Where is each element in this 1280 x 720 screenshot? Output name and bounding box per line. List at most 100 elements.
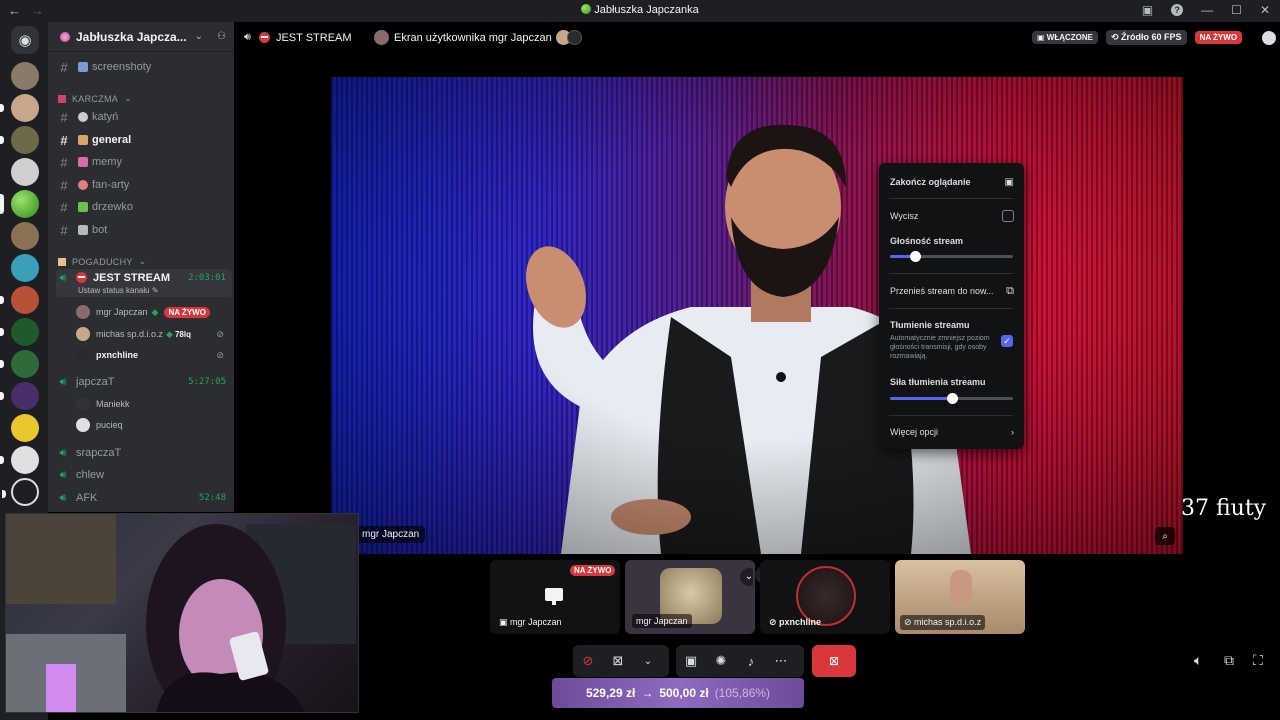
screen-share-icon[interactable]: ▣ <box>676 645 706 677</box>
tile-label-text: michas sp.d.i.o.z <box>914 617 982 627</box>
category-karczma[interactable]: KARCZMA ⌄ <box>58 93 132 104</box>
source-fps-badge[interactable]: ⟲ Źródło 60 FPS <box>1106 30 1187 45</box>
participant-tile-pxnchline[interactable]: ⊘ pxnchline <box>760 560 890 634</box>
enabled-badge: ▣ WŁĄCZONE <box>1032 31 1098 44</box>
mic-muted-icon[interactable]: ⊘ <box>573 645 603 677</box>
avatar <box>76 418 90 432</box>
voice-channel-name: chlew <box>76 469 105 481</box>
zoom-icon[interactable]: ⌕ <box>1155 527 1175 545</box>
speaker-icon: 🔊︎ <box>59 272 67 284</box>
avatar <box>950 570 972 606</box>
server-icon[interactable] <box>0 446 39 474</box>
add-member-icon[interactable]: ⚇ <box>217 31 226 42</box>
attenuation-checkbox[interactable]: ✓ <box>1001 335 1013 347</box>
help-icon[interactable]: ? <box>1171 4 1184 16</box>
server-icon[interactable] <box>11 222 39 250</box>
server-icon[interactable] <box>11 158 39 186</box>
end-stream-button[interactable]: ⊠ <box>812 645 856 677</box>
avatar <box>566 30 582 45</box>
avatar <box>76 305 90 319</box>
voice-channel-name: JEST STREAM <box>93 272 171 284</box>
camera-off-icon[interactable]: ⊠ <box>603 645 633 677</box>
mute-item[interactable]: Wycisz <box>890 209 1014 223</box>
soundboard-icon[interactable]: ♪ <box>736 645 766 677</box>
category-pogaduchy[interactable]: POGADUCHY ⌄ <box>58 256 147 267</box>
strength-fill <box>890 397 952 400</box>
fullscreen-icon[interactable]: ⛶ <box>1253 652 1263 669</box>
server-icon[interactable] <box>0 286 39 314</box>
voice-user[interactable]: pucieq <box>76 416 232 434</box>
channel-memy[interactable]: # memy <box>56 152 228 172</box>
server-icon-apple[interactable] <box>0 190 39 218</box>
stream-video[interactable] <box>331 77 1183 554</box>
voice-channel-srapczat[interactable]: 🔊︎ srapczaT <box>56 443 232 463</box>
channel-drzewko[interactable]: # drzewko <box>56 197 228 217</box>
end-watching-item[interactable]: Zakończ oglądanie ▣ <box>890 175 1014 189</box>
minimize-icon[interactable]: — <box>1201 3 1213 17</box>
channel-name: screenshoty <box>92 61 152 73</box>
strength-label-text: Siła tłumienia streamu <box>890 377 986 387</box>
window-title: Jabłuszka Japczanka <box>0 4 1280 16</box>
mute-checkbox[interactable] <box>1002 210 1014 222</box>
strength-slider[interactable] <box>890 393 1013 404</box>
voice-user[interactable]: pxnchline ⊘ <box>76 346 232 364</box>
hash-icon: # <box>60 222 68 238</box>
popout-icon[interactable]: ⧉ <box>1224 652 1234 669</box>
participant-tile-michas[interactable]: ⊘ michas sp.d.i.o.z <box>895 560 1025 634</box>
activities-icon[interactable]: ✺ <box>706 645 736 677</box>
inbox-icon[interactable]: ▣ <box>1142 3 1153 17</box>
voice-channel-japczat[interactable]: 🔊︎ japczaT 5:27:05 <box>56 372 232 392</box>
volume-slider[interactable] <box>890 251 1013 262</box>
participant-tile-mgr[interactable]: ⌄ mgr Japczan <box>625 560 755 634</box>
category-emoji-icon <box>58 94 66 103</box>
more-options-item[interactable]: Więcej opcji › <box>890 425 1014 439</box>
channel-screenshoty[interactable]: # screenshoty <box>56 57 228 77</box>
volume-icon[interactable]: 🔈︎ <box>1194 652 1202 669</box>
hash-icon: # <box>60 59 68 75</box>
category-label: KARCZMA <box>72 93 119 104</box>
server-icon[interactable] <box>0 382 39 410</box>
speaker-icon: 🔊︎ <box>59 375 67 388</box>
stream-user-label: mgr Japczan <box>356 526 426 543</box>
voice-user[interactable]: Maniekk <box>76 395 232 413</box>
voice-channel-chlew[interactable]: 🔊︎ chlew <box>56 465 232 485</box>
channel-fan-arty[interactable]: # fan-arty <box>56 175 228 195</box>
voice-channel-afk[interactable]: 🔊︎ AFK 52:48 <box>56 488 232 508</box>
chevron-down-icon[interactable]: ⌄ <box>633 645 663 677</box>
server-icon[interactable] <box>11 254 39 282</box>
server-icon[interactable] <box>2 478 39 506</box>
popout-item[interactable]: Przenieś stream do now... ⧉ <box>890 284 1014 298</box>
server-icon[interactable] <box>11 62 39 90</box>
voice-user[interactable]: michas sp.d.i.o.z ◆ 78lq ⊘ <box>76 325 232 343</box>
server-header[interactable]: Jabłuszka Japcza... ⌄ ⚇ <box>48 22 234 52</box>
discord-home-icon[interactable]: ◉ <box>11 26 39 54</box>
maximize-icon[interactable]: ☐ <box>1231 3 1242 17</box>
strength-knob[interactable] <box>946 393 958 404</box>
strength-label: Siła tłumienia streamu <box>890 376 1014 388</box>
voice-channel-jest-stream[interactable]: 🔊︎ JEST STREAM 2:03:01 Ustaw status kana… <box>56 269 232 297</box>
server-icon[interactable] <box>0 318 39 346</box>
voice-user[interactable]: mgr Japczan ◆ NA ŻYWO <box>76 303 232 321</box>
chat-bubble-icon[interactable] <box>1262 30 1277 45</box>
volume-knob[interactable] <box>909 251 921 262</box>
participant-tile-screen[interactable]: NA ŻYWO ▣ mgr Japczan <box>490 560 620 634</box>
avatar <box>76 348 90 362</box>
server-icon[interactable] <box>0 350 39 378</box>
server-icon[interactable] <box>11 414 39 442</box>
chevron-down-icon: ⌄ <box>124 93 132 103</box>
chevron-down-icon[interactable]: ⌄ <box>740 568 753 586</box>
window-title-text: Jabłuszka Japczanka <box>594 4 699 16</box>
close-icon[interactable]: ✕ <box>1260 3 1270 17</box>
set-status-link[interactable]: Ustaw status kanału ✎ <box>78 286 159 295</box>
attenuation-item[interactable]: Tłumienie streamu <box>890 319 1014 331</box>
channel-bot[interactable]: # bot <box>56 220 228 240</box>
price-banner: 529,29 zł → 500,00 zł (105,86%) <box>552 678 804 708</box>
server-icon[interactable] <box>0 126 39 154</box>
channel-general[interactable]: # general <box>56 130 228 150</box>
chevron-down-icon[interactable]: ⌄ <box>195 31 203 42</box>
server-icon[interactable] <box>0 94 39 122</box>
channel-katyn[interactable]: # katyń <box>56 107 228 127</box>
monitor-icon <box>545 588 563 601</box>
tile-label-text: pxnchline <box>779 617 822 627</box>
more-icon[interactable]: ⋯ <box>766 645 796 677</box>
